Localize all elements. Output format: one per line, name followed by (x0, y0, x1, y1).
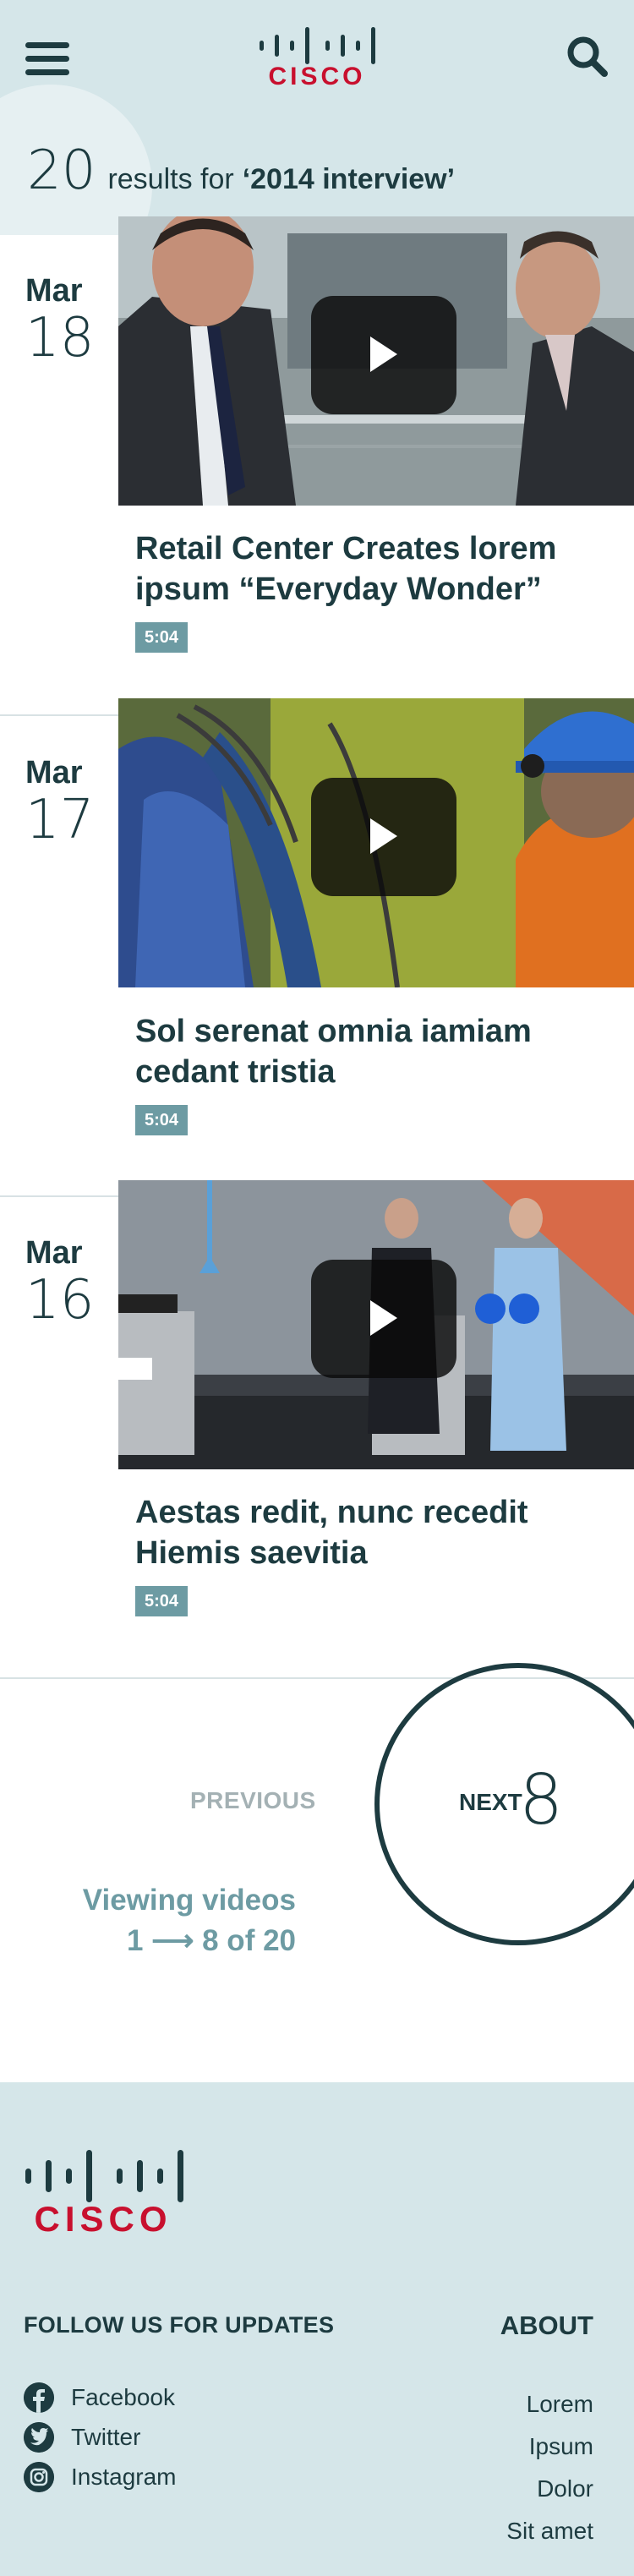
page-header: CISCO 20 results for ‘2014 interview’ (0, 0, 634, 235)
video-duration-badge: 5:04 (135, 1586, 188, 1616)
results-count: 20 (27, 139, 96, 202)
play-icon (370, 336, 397, 372)
social-label: Twitter (71, 2424, 141, 2450)
result-date: Mar 18 (25, 272, 110, 367)
result-date: Mar 16 (25, 1234, 110, 1329)
results-summary: 20 results for ‘2014 interview’ (27, 139, 456, 202)
cisco-logo[interactable]: CISCO (258, 24, 378, 88)
about-link-ipsum[interactable]: Ipsum (440, 2433, 593, 2460)
play-icon (370, 1300, 397, 1336)
result-date: Mar 17 (25, 754, 110, 849)
twitter-icon (24, 2422, 54, 2453)
about-link-lorem[interactable]: Lorem (440, 2391, 593, 2418)
play-icon (370, 818, 397, 854)
hamburger-menu-icon[interactable] (25, 42, 69, 75)
video-title[interactable]: Aestas redit, nunc recedit Hiemis saevit… (135, 1492, 626, 1573)
date-month: Mar (25, 1235, 83, 1271)
instagram-icon (24, 2462, 54, 2492)
date-day: 18 (25, 307, 95, 369)
search-query: ‘2014 interview’ (242, 163, 456, 195)
next-page-number[interactable]: 8 (519, 1763, 563, 1839)
date-day: 16 (25, 1269, 95, 1332)
social-link-instagram[interactable]: Instagram (24, 2462, 177, 2492)
social-link-facebook[interactable]: Facebook (24, 2382, 175, 2413)
facebook-icon (24, 2382, 54, 2413)
video-duration-badge: 5:04 (135, 1105, 188, 1135)
cisco-logo-text: CISCO (268, 63, 365, 88)
social-label: Facebook (71, 2384, 175, 2410)
social-link-twitter[interactable]: Twitter (24, 2422, 140, 2453)
play-button[interactable] (311, 296, 456, 414)
date-month: Mar (25, 755, 83, 790)
viewing-summary: Viewing videos 1 ⟶ 8 of 20 (51, 1880, 296, 1961)
date-day: 17 (25, 789, 95, 851)
search-icon[interactable] (565, 34, 610, 79)
results-for-label: results for (107, 163, 234, 195)
about-link-sit-amet[interactable]: Sit amet (440, 2518, 593, 2545)
previous-button[interactable]: PREVIOUS (190, 1787, 316, 1814)
about-heading: ABOUT (500, 2311, 593, 2340)
about-link-dolor[interactable]: Dolor (440, 2475, 593, 2502)
video-thumbnail[interactable] (118, 1180, 634, 1469)
video-thumbnail[interactable] (118, 698, 634, 987)
cisco-footer-logo[interactable]: CISCO (23, 2147, 187, 2234)
play-button[interactable] (311, 1260, 456, 1378)
cisco-footer-logo-text: CISCO (34, 2199, 172, 2234)
social-label: Instagram (71, 2464, 177, 2490)
play-button[interactable] (311, 778, 456, 896)
video-thumbnail[interactable] (118, 216, 634, 506)
viewing-range: 1 ⟶ 8 of 20 (127, 1924, 296, 1957)
video-duration-badge: 5:04 (135, 622, 188, 653)
video-title[interactable]: Sol serenat omnia iamiam cedant tristia (135, 1011, 626, 1092)
page-footer: CISCO FOLLOW US FOR UPDATES ABOUT Facebo… (0, 2082, 634, 2576)
follow-heading: FOLLOW US FOR UPDATES (24, 2312, 335, 2338)
viewing-label: Viewing videos (82, 1884, 296, 1917)
date-month: Mar (25, 273, 83, 309)
next-label[interactable]: NEXT (459, 1789, 522, 1816)
video-title[interactable]: Retail Center Creates lorem ipsum “Every… (135, 528, 626, 610)
